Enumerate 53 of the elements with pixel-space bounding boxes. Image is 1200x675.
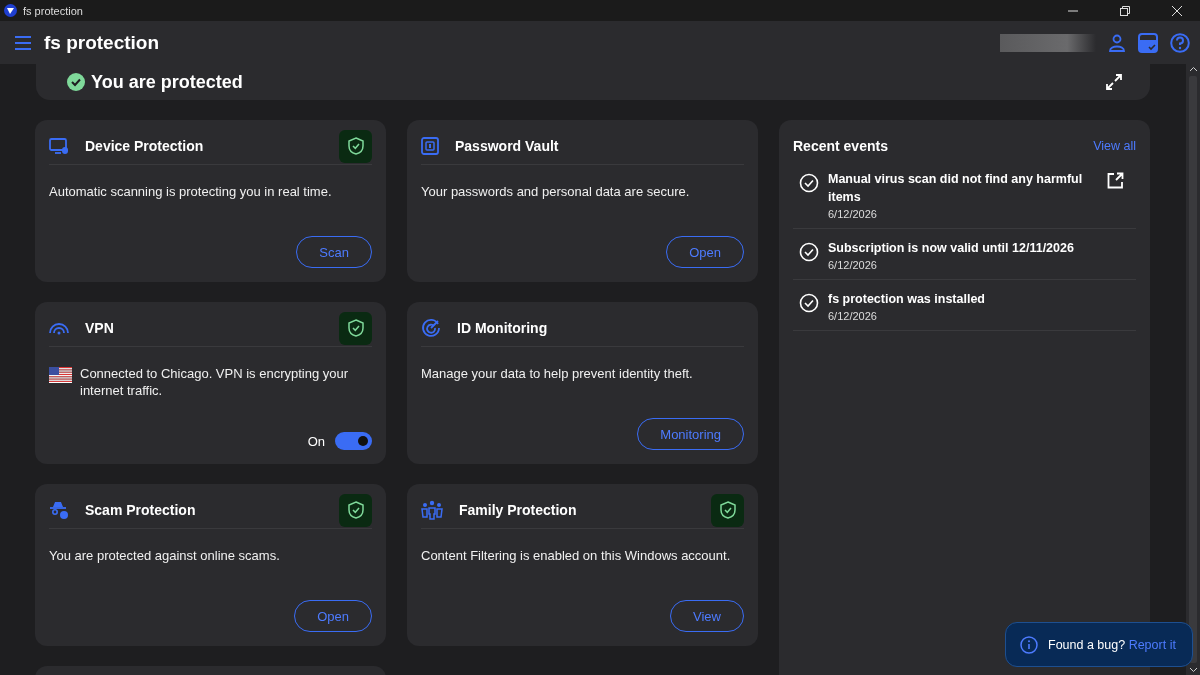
wifi-icon	[49, 321, 69, 335]
event-text: Subscription is now valid until 12/11/2026	[828, 240, 1075, 257]
event-date: 6/12/2026	[828, 259, 878, 271]
card-description: Automatic scanning is protecting you in real time.	[49, 183, 332, 200]
scrollbar[interactable]	[1186, 64, 1200, 675]
card-title: VPN	[85, 320, 115, 336]
check-circle-icon	[799, 173, 819, 193]
event-date: 6/12/2026	[828, 310, 878, 322]
toast-text: Found a bug? Report it	[1048, 637, 1176, 652]
subscription-card-icon[interactable]	[1138, 32, 1158, 53]
card-description: Content Filtering is enabled on this Windows account.	[421, 547, 731, 564]
vpn-toggle[interactable]	[335, 432, 372, 450]
shield-check-icon	[719, 501, 736, 519]
app-logo-icon	[4, 4, 17, 17]
card-description: Manage your data to help prevent identity theft.	[421, 365, 693, 382]
window-title: fs protection	[23, 4, 84, 17]
shield-check-icon	[347, 319, 364, 337]
status-text: You are protected	[91, 71, 244, 93]
account-icon[interactable]	[1108, 33, 1126, 52]
restore-icon[interactable]	[1120, 5, 1130, 16]
check-circle-icon	[799, 293, 819, 313]
report-link[interactable]: Report it	[1128, 637, 1176, 652]
event-text: Manual virus scan did not find any harmful items	[828, 171, 1084, 206]
help-icon[interactable]	[1170, 32, 1190, 53]
card-description: Connected to Chicago. VPN is encrypting your internet traffic.	[80, 365, 350, 399]
close-icon[interactable]	[1172, 5, 1182, 16]
card-title: Device Protection	[85, 138, 205, 154]
card-title: Family Protection	[459, 502, 578, 518]
view-all-link[interactable]: View all	[1093, 139, 1136, 153]
scroll-up-icon[interactable]	[1188, 66, 1198, 72]
monitor-icon	[49, 137, 69, 155]
card-title: Scam Protection	[85, 502, 197, 518]
spy-icon	[49, 500, 69, 520]
target-icon	[421, 318, 441, 338]
menu-icon[interactable]	[14, 34, 32, 51]
vault-icon	[421, 137, 439, 155]
card-title: ID Monitoring	[457, 320, 549, 336]
check-circle-icon	[799, 242, 819, 262]
scroll-down-icon[interactable]	[1188, 667, 1198, 673]
external-link-icon[interactable]	[1107, 172, 1124, 189]
event-text: fs protection was installed	[828, 291, 986, 308]
expand-icon[interactable]	[1106, 74, 1122, 90]
app-title: fs protection	[44, 31, 161, 54]
card-description: You are protected against online scams.	[49, 547, 280, 564]
card-description: Your passwords and personal data are secure.	[421, 183, 690, 200]
family-icon	[421, 500, 443, 520]
info-icon	[1020, 635, 1038, 654]
shield-check-icon	[347, 137, 364, 155]
shield-check-icon	[347, 501, 364, 519]
panel-title: Recent events	[793, 138, 888, 154]
card-title: Password Vault	[455, 138, 560, 154]
event-date: 6/12/2026	[828, 208, 878, 220]
toggle-label: On	[307, 433, 325, 449]
